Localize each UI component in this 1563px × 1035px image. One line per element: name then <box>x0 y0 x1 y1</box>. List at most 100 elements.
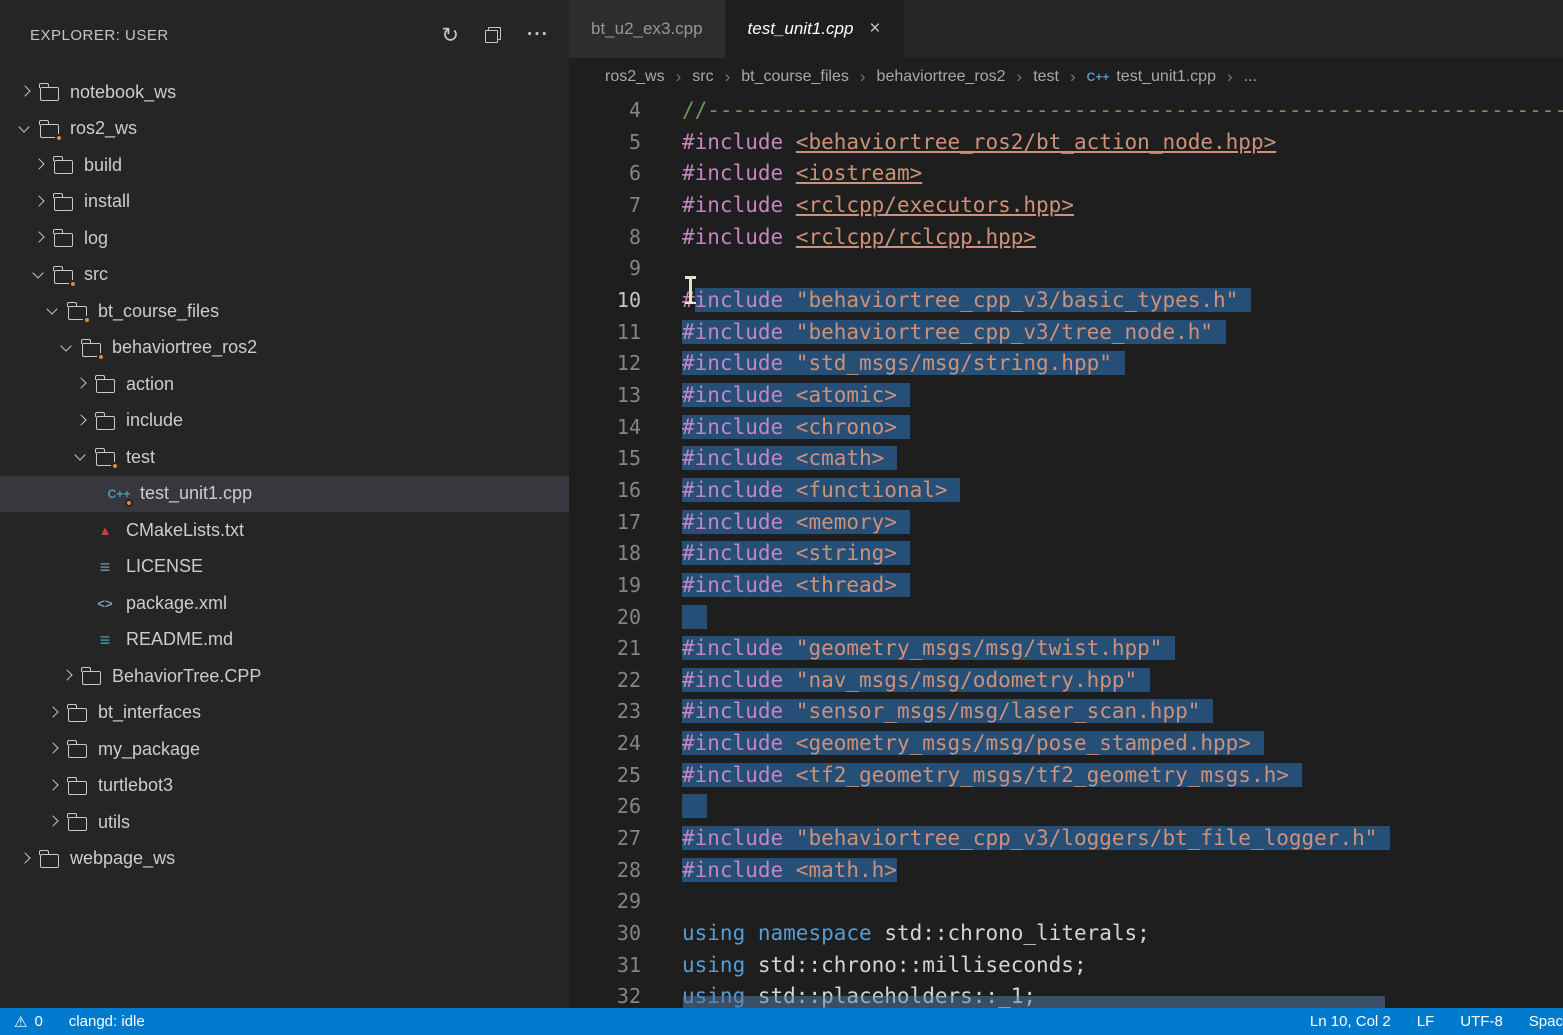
line-number[interactable]: 5 <box>569 127 641 159</box>
chevron-right-icon[interactable] <box>30 193 48 211</box>
code-line[interactable]: 30using namespace std::chrono_literals; <box>569 918 1563 950</box>
breadcrumb-item[interactable]: C++test_unit1.cpp <box>1087 68 1216 86</box>
code-line[interactable]: 29 <box>569 886 1563 918</box>
tree-item-behaviortree-ros2[interactable]: behaviortree_ros2 <box>0 330 569 367</box>
tree-item-license[interactable]: ≡LICENSE <box>0 549 569 586</box>
line-number[interactable]: 32 <box>569 981 641 1008</box>
close-icon[interactable]: × <box>869 18 880 40</box>
line-number[interactable]: 10 <box>569 285 641 317</box>
code-line[interactable]: 15#include <cmath> <box>569 443 1563 475</box>
indentation-indicator[interactable]: Spac <box>1529 1013 1563 1030</box>
chevron-right-icon[interactable] <box>30 156 48 174</box>
breadcrumb-item[interactable]: ... <box>1244 68 1257 86</box>
line-number[interactable]: 22 <box>569 665 641 697</box>
code-line[interactable]: 6#include <iostream> <box>569 158 1563 190</box>
refresh-explorer-icon[interactable]: ↻ <box>441 23 459 48</box>
code-line[interactable]: 18#include <string> <box>569 538 1563 570</box>
chevron-right-icon[interactable] <box>72 412 90 430</box>
code-line[interactable]: 5#include <behaviortree_ros2/bt_action_n… <box>569 127 1563 159</box>
code-line[interactable]: 31using std::chrono::milliseconds; <box>569 950 1563 982</box>
code-line[interactable]: 7#include <rclcpp/executors.hpp> <box>569 190 1563 222</box>
code-line[interactable]: 22#include "nav_msgs/msg/odometry.hpp" <box>569 665 1563 697</box>
tree-item-notebook-ws[interactable]: notebook_ws <box>0 74 569 111</box>
more-actions-icon[interactable]: ··· <box>527 24 549 46</box>
code-editor[interactable]: 4//-------------------------------------… <box>569 95 1563 1008</box>
tree-item-bt-course-files[interactable]: bt_course_files <box>0 293 569 330</box>
code-line[interactable]: 11#include "behaviortree_cpp_v3/tree_nod… <box>569 317 1563 349</box>
chevron-down-icon[interactable] <box>72 448 90 466</box>
line-number[interactable]: 17 <box>569 507 641 539</box>
chevron-down-icon[interactable] <box>16 120 34 138</box>
chevron-right-icon[interactable] <box>30 229 48 247</box>
code-line[interactable]: 17#include <memory> <box>569 507 1563 539</box>
breadcrumb-item[interactable]: test <box>1033 68 1059 86</box>
tree-item-include[interactable]: include <box>0 403 569 440</box>
code-line[interactable]: 21#include "geometry_msgs/msg/twist.hpp" <box>569 633 1563 665</box>
breadcrumb-item[interactable]: behaviortree_ros2 <box>877 68 1006 86</box>
problems-indicator[interactable]: ⚠ 0 <box>14 1013 43 1031</box>
tree-item-utils[interactable]: utils <box>0 804 569 841</box>
code-line[interactable]: 20 <box>569 602 1563 634</box>
chevron-down-icon[interactable] <box>58 339 76 357</box>
tree-item-build[interactable]: build <box>0 147 569 184</box>
horizontal-scrollbar[interactable] <box>683 996 1385 1008</box>
clangd-status[interactable]: clangd: idle <box>69 1013 145 1030</box>
line-number[interactable]: 26 <box>569 791 641 823</box>
tree-item-src[interactable]: src <box>0 257 569 294</box>
code-line[interactable]: 14#include <chrono> <box>569 412 1563 444</box>
editor-tab-bt-u2-ex3-cpp[interactable]: bt_u2_ex3.cpp <box>569 0 726 58</box>
code-line[interactable]: 23#include "sensor_msgs/msg/laser_scan.h… <box>569 696 1563 728</box>
code-line[interactable]: 16#include <functional> <box>569 475 1563 507</box>
chevron-right-icon[interactable] <box>44 813 62 831</box>
collapse-folders-icon[interactable] <box>485 27 501 43</box>
line-number[interactable]: 29 <box>569 886 641 918</box>
tree-item-ros2-ws[interactable]: ros2_ws <box>0 111 569 148</box>
code-line[interactable]: 26 <box>569 791 1563 823</box>
chevron-right-icon[interactable] <box>44 777 62 795</box>
breadcrumb-item[interactable]: ros2_ws <box>605 68 665 86</box>
tree-item-install[interactable]: install <box>0 184 569 221</box>
line-number[interactable]: 14 <box>569 412 641 444</box>
tree-item-log[interactable]: log <box>0 220 569 257</box>
code-line[interactable]: 13#include <atomic> <box>569 380 1563 412</box>
tree-item-turtlebot3[interactable]: turtlebot3 <box>0 768 569 805</box>
chevron-right-icon[interactable] <box>44 704 62 722</box>
cursor-position[interactable]: Ln 10, Col 2 <box>1310 1013 1391 1030</box>
line-number[interactable]: 21 <box>569 633 641 665</box>
tree-item-test-unit1-cpp[interactable]: C++test_unit1.cpp <box>0 476 569 513</box>
code-line[interactable]: 10#include "behaviortree_cpp_v3/basic_ty… <box>569 285 1563 317</box>
line-number[interactable]: 25 <box>569 760 641 792</box>
code-line[interactable]: 27#include "behaviortree_cpp_v3/loggers/… <box>569 823 1563 855</box>
tree-item-readme-md[interactable]: ≡README.md <box>0 622 569 659</box>
editor-tab-test-unit1-cpp[interactable]: test_unit1.cpp× <box>726 0 904 58</box>
code-line[interactable]: 25#include <tf2_geometry_msgs/tf2_geomet… <box>569 760 1563 792</box>
code-line[interactable]: 24#include <geometry_msgs/msg/pose_stamp… <box>569 728 1563 760</box>
tree-item-test[interactable]: test <box>0 439 569 476</box>
tree-item-action[interactable]: action <box>0 366 569 403</box>
line-number[interactable]: 24 <box>569 728 641 760</box>
code-line[interactable]: 8#include <rclcpp/rclcpp.hpp> <box>569 222 1563 254</box>
line-number[interactable]: 28 <box>569 855 641 887</box>
chevron-right-icon[interactable] <box>58 667 76 685</box>
tree-item-my-package[interactable]: my_package <box>0 731 569 768</box>
chevron-down-icon[interactable] <box>44 302 62 320</box>
tree-item-behaviortree-cpp[interactable]: BehaviorTree.CPP <box>0 658 569 695</box>
tree-item-cmakelists-txt[interactable]: ▲CMakeLists.txt <box>0 512 569 549</box>
line-number[interactable]: 13 <box>569 380 641 412</box>
chevron-right-icon[interactable] <box>72 375 90 393</box>
line-number[interactable]: 27 <box>569 823 641 855</box>
tree-item-webpage-ws[interactable]: webpage_ws <box>0 841 569 878</box>
line-number[interactable]: 7 <box>569 190 641 222</box>
line-number[interactable]: 18 <box>569 538 641 570</box>
chevron-right-icon[interactable] <box>44 740 62 758</box>
breadcrumb-item[interactable]: bt_course_files <box>741 68 849 86</box>
line-number[interactable]: 9 <box>569 253 641 285</box>
code-line[interactable]: 19#include <thread> <box>569 570 1563 602</box>
line-number[interactable]: 6 <box>569 158 641 190</box>
breadcrumb-item[interactable]: src <box>692 68 713 86</box>
encoding-indicator[interactable]: UTF-8 <box>1460 1013 1503 1030</box>
line-number[interactable]: 8 <box>569 222 641 254</box>
line-number[interactable]: 12 <box>569 348 641 380</box>
line-number[interactable]: 4 <box>569 95 641 127</box>
code-line[interactable]: 4//-------------------------------------… <box>569 95 1563 127</box>
